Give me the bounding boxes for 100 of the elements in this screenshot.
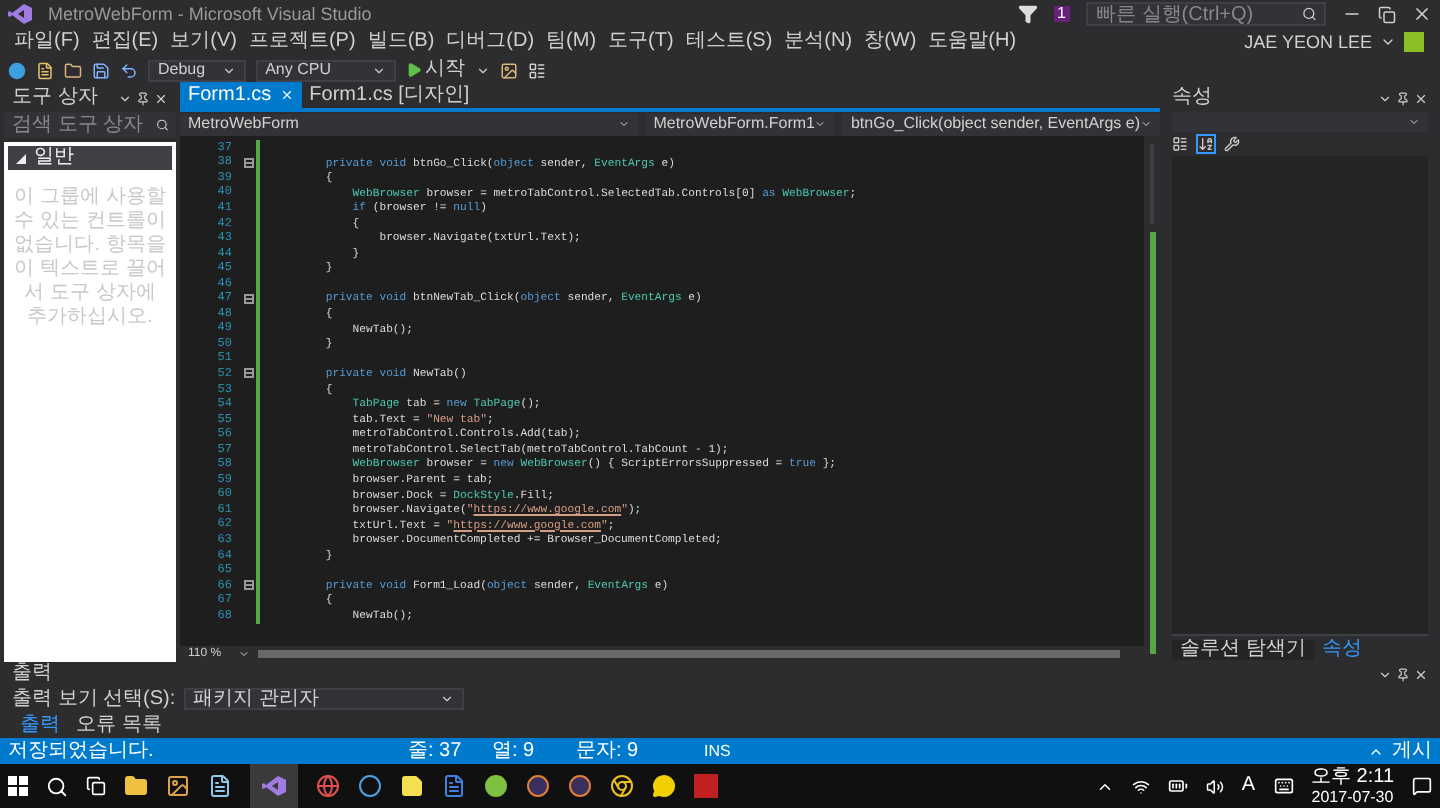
sticky-note-icon[interactable] — [400, 774, 424, 798]
wifi-icon[interactable] — [1131, 777, 1150, 795]
toolbox-group-header[interactable]: 일반 — [8, 146, 172, 170]
pin-icon[interactable] — [1396, 667, 1410, 681]
pin-icon[interactable] — [136, 91, 150, 105]
panel-title: 속성 — [1172, 88, 1212, 108]
menu-item[interactable]: 빌드(B) — [361, 32, 441, 52]
caret-icon[interactable] — [475, 63, 490, 77]
caret-icon[interactable] — [118, 91, 132, 105]
editor-tab[interactable]: Form1.cs — [180, 82, 302, 108]
globe-icon[interactable] — [316, 774, 340, 798]
vertical-scrollbar[interactable] — [1144, 136, 1160, 662]
close-icon[interactable] — [1412, 4, 1432, 24]
sort-icon[interactable] — [1198, 136, 1214, 152]
publish-button[interactable]: 게시 — [1368, 741, 1432, 761]
caret-icon[interactable] — [1378, 667, 1392, 681]
search-icon — [1301, 6, 1316, 22]
wrench-icon[interactable] — [1224, 136, 1240, 152]
collapse-icon[interactable] — [243, 580, 253, 591]
collapse-icon[interactable] — [243, 293, 253, 304]
quick-launch-field[interactable]: 빠른 실행(Ctrl+Q) — [1086, 2, 1326, 26]
close-icon[interactable] — [1414, 91, 1428, 105]
caret-icon — [237, 648, 250, 660]
list-icon[interactable] — [527, 61, 546, 79]
window-icon[interactable] — [166, 774, 190, 798]
folder-icon[interactable] — [124, 774, 148, 798]
chrome-icon[interactable] — [610, 774, 634, 798]
app-logo-icon[interactable] — [250, 764, 298, 808]
editor-tab[interactable]: Form1.cs [디자인] — [301, 82, 478, 108]
menu-item[interactable]: 편집(E) — [85, 32, 165, 52]
categorized-icon[interactable] — [1172, 136, 1188, 152]
search-icon — [155, 118, 168, 132]
caret-icon — [439, 692, 454, 706]
menu-item[interactable]: 테스트(S) — [679, 32, 779, 52]
platform-dropdown[interactable]: Any CPU — [255, 59, 396, 81]
expander-icon[interactable] — [16, 153, 26, 163]
menu-item[interactable]: 디버그(D) — [440, 32, 541, 52]
caret-icon — [371, 63, 386, 77]
close-icon — [279, 88, 294, 102]
panel-tab[interactable]: 솔루션 탐색기 — [1172, 639, 1314, 659]
volume-icon[interactable] — [1205, 777, 1224, 795]
open-folder-icon[interactable] — [64, 61, 82, 79]
menu-item[interactable]: 팀(M) — [540, 32, 603, 52]
note-icon[interactable] — [208, 774, 232, 798]
undo-icon[interactable] — [120, 61, 138, 79]
browse-icon[interactable] — [499, 61, 518, 79]
notification-count: 1 — [1053, 6, 1070, 22]
insert-mode: INS — [704, 743, 731, 759]
menu-item[interactable]: 도움말(H) — [922, 32, 1023, 52]
battery-icon[interactable] — [1167, 776, 1188, 796]
start-icon[interactable] — [8, 776, 28, 796]
caret-icon[interactable] — [1378, 91, 1392, 105]
task-view-icon[interactable] — [86, 776, 106, 796]
caret-icon — [617, 118, 630, 130]
notification-icon[interactable] — [1412, 776, 1432, 796]
toolbox-search-field[interactable]: 검색 도구 상자 — [4, 112, 176, 138]
panel-tab[interactable]: 속성 — [1313, 639, 1370, 659]
save-icon[interactable] — [92, 61, 110, 79]
play-icon — [405, 62, 422, 78]
pin-icon[interactable] — [1396, 91, 1410, 105]
menu-item[interactable]: 도구(T) — [602, 32, 680, 52]
output-source-dropdown[interactable]: 패키지 관리자 — [183, 688, 464, 710]
configuration-dropdown[interactable]: Debug — [148, 59, 246, 81]
caret-icon — [1408, 116, 1420, 128]
caret-icon[interactable] — [1380, 34, 1396, 50]
panel-title: 출력 — [12, 664, 52, 684]
start-button[interactable]: 시작 — [405, 60, 466, 80]
panel-title: 도구 상자 — [12, 88, 98, 108]
window-title: MetroWebForm - Microsoft Visual Studio — [48, 5, 372, 23]
menu-item[interactable]: 파일(F) — [8, 32, 86, 52]
member-dropdown[interactable]: btnGo_Click(object sender, EventArgs e) — [842, 113, 1160, 135]
output-source-label: 출력 보기 선택(S): — [12, 689, 176, 709]
new-project-icon[interactable] — [36, 61, 54, 79]
status-message: 저장되었습니다. — [8, 741, 156, 761]
project-dropdown[interactable]: MetroWebForm — [180, 113, 638, 135]
horizontal-scrollbar[interactable] — [257, 650, 1120, 658]
close-icon[interactable] — [154, 91, 168, 105]
collapse-icon[interactable] — [243, 368, 253, 379]
panel-tab[interactable]: 오류 목록 — [68, 715, 170, 735]
class-dropdown[interactable]: MetroWebForm.Form1 — [645, 113, 835, 135]
restore-icon[interactable] — [1378, 5, 1396, 23]
menu-item[interactable]: 프로젝트(P) — [242, 32, 362, 52]
clock-time[interactable]: 오후 2:11 — [1311, 767, 1394, 787]
collapse-icon[interactable] — [243, 157, 253, 168]
notification-filter-icon[interactable] — [1017, 4, 1038, 24]
panel-tab[interactable]: 출력 — [12, 715, 68, 735]
caret-icon — [814, 118, 827, 130]
chat-icon[interactable] — [652, 774, 676, 798]
close-icon[interactable] — [1414, 667, 1428, 681]
cursor-line: 줄: 37 — [408, 741, 464, 761]
input-mode[interactable]: A — [1241, 776, 1255, 796]
keyboard-icon[interactable] — [1273, 776, 1293, 796]
document-icon[interactable] — [442, 774, 466, 798]
account-name[interactable]: JAE YEON LEE — [1244, 33, 1372, 51]
cursor-column: 열: 9 — [492, 741, 576, 761]
clock-date[interactable]: 2017-07-30 — [1311, 787, 1394, 805]
menu-item[interactable]: 창(W) — [858, 32, 923, 52]
menu-item[interactable]: 분석(N) — [778, 32, 859, 52]
menu-item[interactable]: 보기(V) — [164, 32, 243, 52]
search-icon[interactable] — [46, 775, 68, 797]
